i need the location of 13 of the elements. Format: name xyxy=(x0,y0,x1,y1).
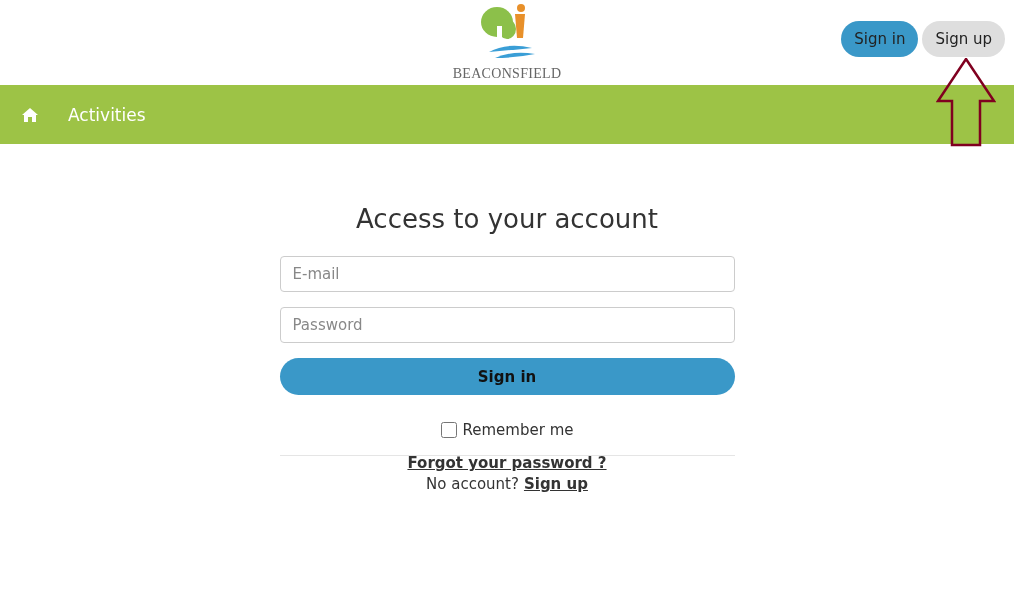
sign-up-link[interactable]: Sign up xyxy=(523,475,588,493)
remember-checkbox[interactable] xyxy=(440,422,457,438)
no-account-text: No account? xyxy=(426,475,519,493)
email-field[interactable]: E-mail xyxy=(279,256,735,292)
sign-in-button[interactable]: Sign in xyxy=(841,21,919,57)
logo-text: BEACONSFIELD xyxy=(452,66,562,82)
forgot-password-link[interactable]: Forgot your password ? xyxy=(407,454,607,472)
sign-up-button[interactable]: Sign up xyxy=(922,21,1005,57)
page-title: Access to your account xyxy=(356,204,658,234)
remember-label: Remember me xyxy=(462,421,574,439)
password-field[interactable]: Password xyxy=(279,307,735,343)
up-arrow-icon xyxy=(936,58,996,147)
sign-in-button[interactable]: Sign in xyxy=(279,358,735,395)
